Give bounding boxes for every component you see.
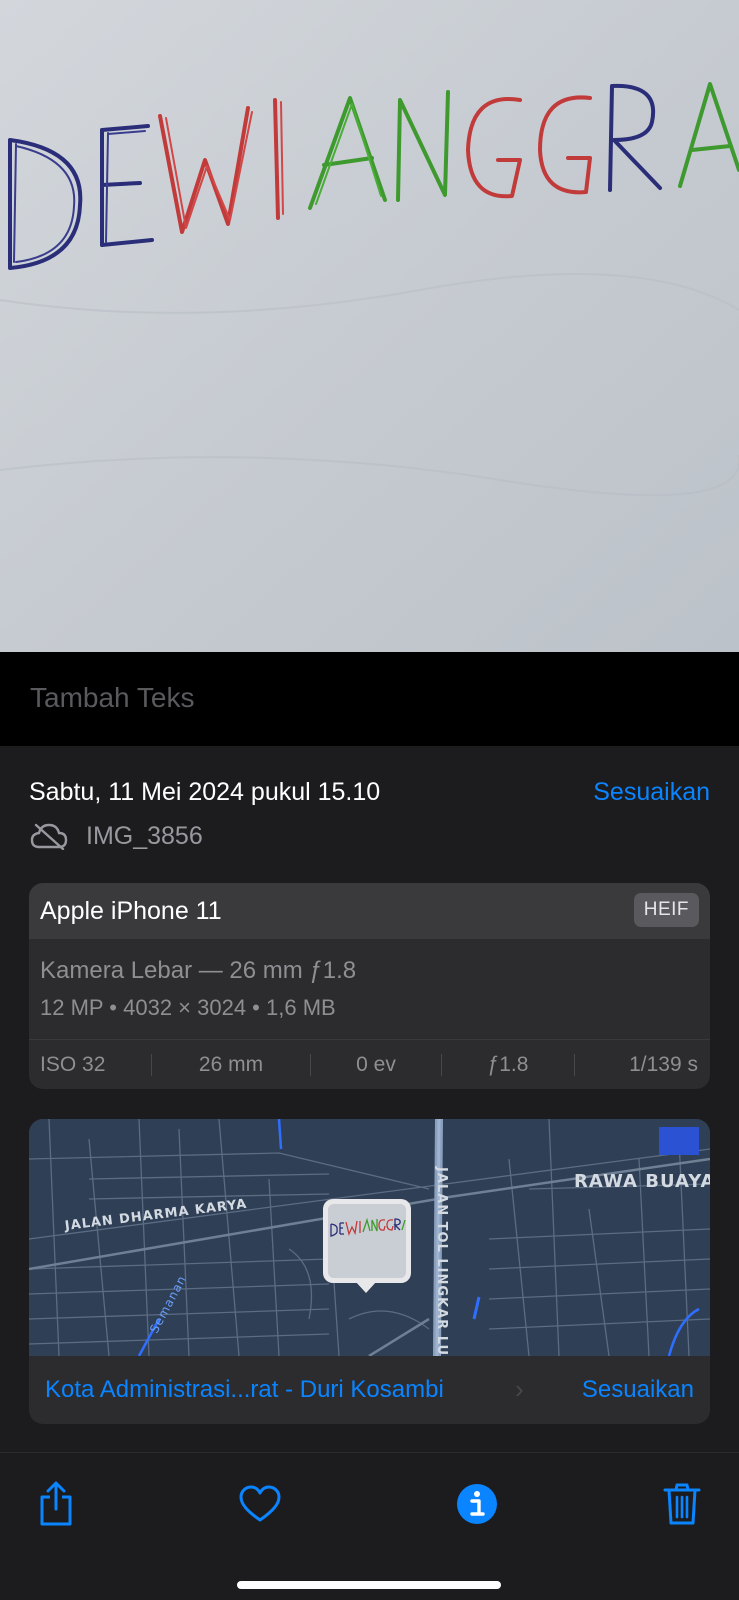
map-card: RAWA BUAYA JALAN DHARMA KARYA JALAN TOL … [29,1119,710,1424]
map-label-area: RAWA BUAYA [574,1171,710,1192]
favorite-button[interactable] [235,1479,285,1529]
lens-info: Kamera Lebar — 26 mm ƒ1.8 [40,957,357,984]
exif-shutter: 1/139 s [629,1052,698,1076]
trash-icon [663,1483,701,1525]
map-label-highway: JALAN TOL LINGKAR LU [434,1167,449,1356]
device-name: Apple iPhone 11 [40,897,222,925]
file-name: IMG_3856 [86,822,203,850]
share-button[interactable] [31,1479,81,1529]
exif-row: ISO 32 26 mm 0 ev ƒ1.8 1/139 s [29,1040,710,1089]
photo-view[interactable] [0,0,739,652]
exif-exposure: 0 ev [356,1052,396,1076]
heart-icon [239,1485,281,1522]
bottom-toolbar [0,1452,739,1600]
format-badge: HEIF [633,893,699,927]
pin-thumbnail [328,1204,406,1278]
location-map[interactable]: RAWA BUAYA JALAN DHARMA KARYA JALAN TOL … [29,1119,710,1356]
image-specs: 12 MP • 4032 × 3024 • 1,6 MB [40,995,336,1020]
caption-bar: Tambah Teks [0,652,739,746]
delete-button[interactable] [657,1479,707,1529]
adjust-location-button[interactable]: Sesuaikan [582,1376,694,1404]
location-name-link[interactable]: Kota Administrasi...rat - Duri Kosambi [45,1376,444,1404]
cloud-slash-icon [30,823,68,850]
device-header: Apple iPhone 11 HEIF [29,883,710,939]
exif-focal-length: 26 mm [198,1052,264,1076]
location-row: Kota Administrasi...rat - Duri Kosambi ›… [29,1356,710,1424]
device-card: Apple iPhone 11 HEIF Kamera Lebar — 26 m… [29,883,710,1089]
home-indicator[interactable] [237,1581,501,1589]
info-icon [457,1484,497,1524]
info-button[interactable] [452,1479,502,1529]
photo-location-pin[interactable] [323,1199,411,1283]
adjust-date-button[interactable]: Sesuaikan [593,778,710,807]
add-caption-input[interactable]: Tambah Teks [30,682,194,714]
info-panel: Sabtu, 11 Mei 2024 pukul 15.10 Sesuaikan… [0,746,739,1452]
chevron-right-icon: › [515,1374,524,1404]
pin-tail [355,1281,377,1293]
exif-aperture: ƒ1.8 [487,1052,529,1076]
exif-iso: ISO 32 [40,1052,106,1076]
share-icon [40,1481,72,1526]
capture-date: Sabtu, 11 Mei 2024 pukul 15.10 [29,778,381,806]
